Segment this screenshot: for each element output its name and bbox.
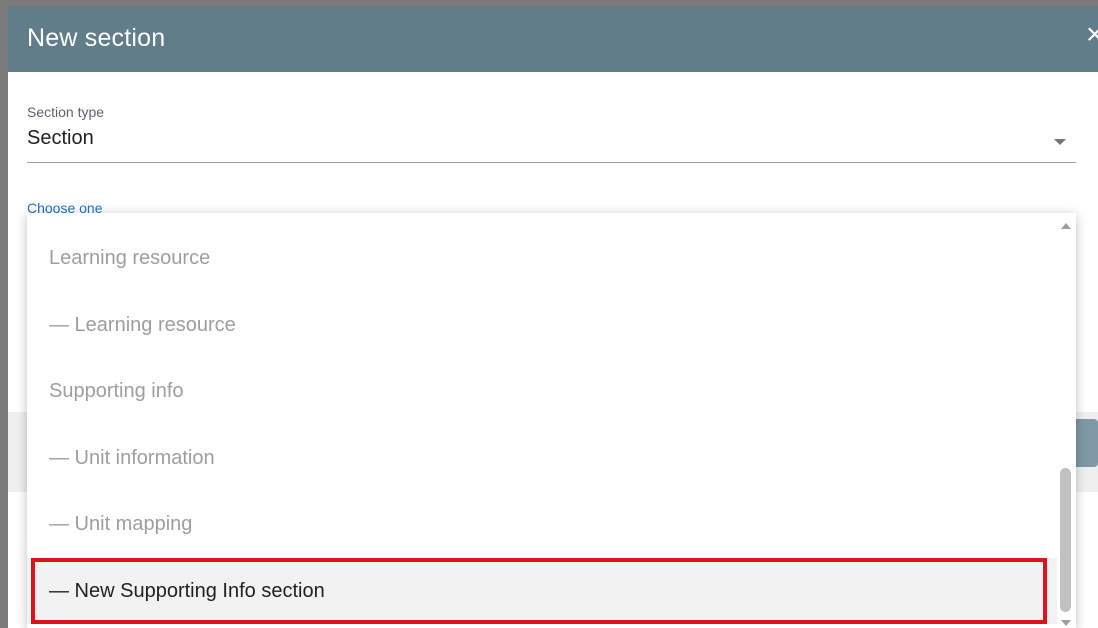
menu-item-learning-resource[interactable]: — Learning resource	[27, 292, 1057, 358]
menu-item-unit-information[interactable]: — Unit information	[27, 425, 1057, 491]
section-type-select[interactable]: Section type Section	[27, 103, 1076, 163]
dialog-titlebar: New section ×	[8, 7, 1098, 72]
menu-scrollbar[interactable]	[1056, 213, 1076, 628]
chevron-down-icon[interactable]	[1054, 139, 1066, 145]
dialog-title: New section	[27, 24, 166, 52]
menu-item-learning-resource-heading[interactable]: Learning resource	[27, 225, 1057, 291]
close-icon[interactable]: ×	[1086, 20, 1098, 50]
menu-item-new-supporting-info-section[interactable]: — New Supporting Info section	[27, 558, 1057, 624]
section-type-label: Section type	[27, 104, 105, 120]
choose-one-dropdown-menu[interactable]: Learning resource — Learning resource Su…	[27, 213, 1076, 628]
scroll-up-icon[interactable]	[1061, 223, 1071, 229]
scroll-down-icon[interactable]	[1061, 620, 1071, 626]
scrollbar-thumb[interactable]	[1060, 468, 1071, 612]
menu-item-supporting-info-heading[interactable]: Supporting info	[27, 358, 1057, 424]
menu-item-unit-mapping[interactable]: — Unit mapping	[27, 491, 1057, 557]
section-type-value: Section	[27, 127, 94, 149]
